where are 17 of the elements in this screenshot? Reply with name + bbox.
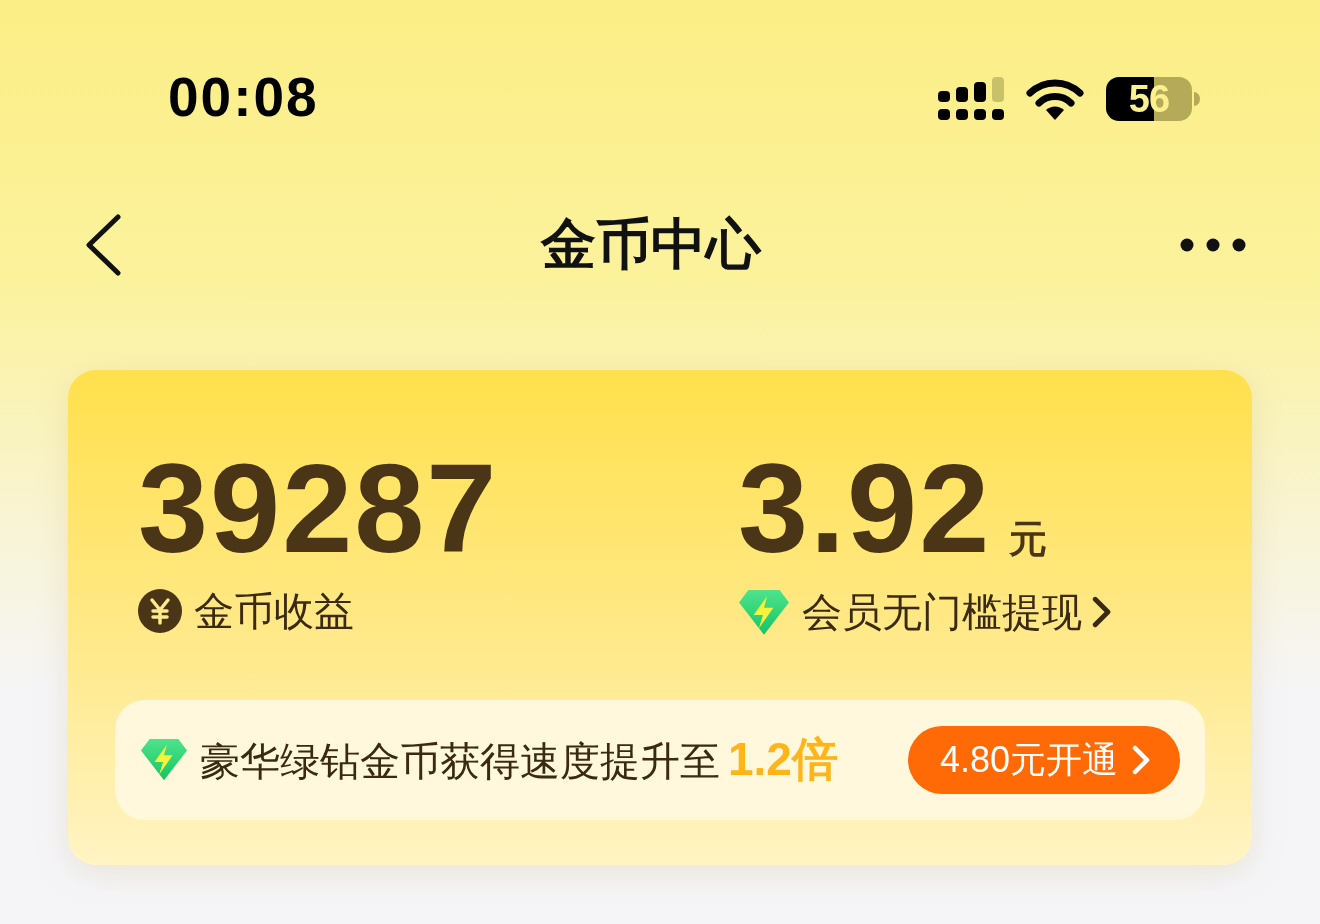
coin-earnings-label: 金币收益 bbox=[194, 588, 354, 635]
battery-tip-icon bbox=[1194, 92, 1200, 106]
coin-balance: 39287 bbox=[138, 454, 499, 564]
chevron-right-icon bbox=[1132, 745, 1150, 775]
status-time: 00:08 bbox=[168, 65, 319, 130]
back-icon[interactable] bbox=[84, 214, 122, 276]
withdraw-link[interactable]: 会员无门槛提现 bbox=[802, 588, 1112, 636]
coin-icon bbox=[138, 589, 182, 633]
gem-icon bbox=[738, 588, 790, 636]
cash-balance: 3.92 bbox=[738, 454, 992, 564]
chevron-right-icon bbox=[1092, 596, 1112, 628]
gem-icon bbox=[140, 738, 188, 782]
more-icon[interactable] bbox=[1180, 238, 1246, 252]
wifi-icon bbox=[1026, 78, 1084, 120]
signal-icon bbox=[938, 77, 1004, 121]
currency-unit: 元 bbox=[1009, 517, 1048, 562]
page-title: 金币中心 bbox=[541, 212, 761, 277]
